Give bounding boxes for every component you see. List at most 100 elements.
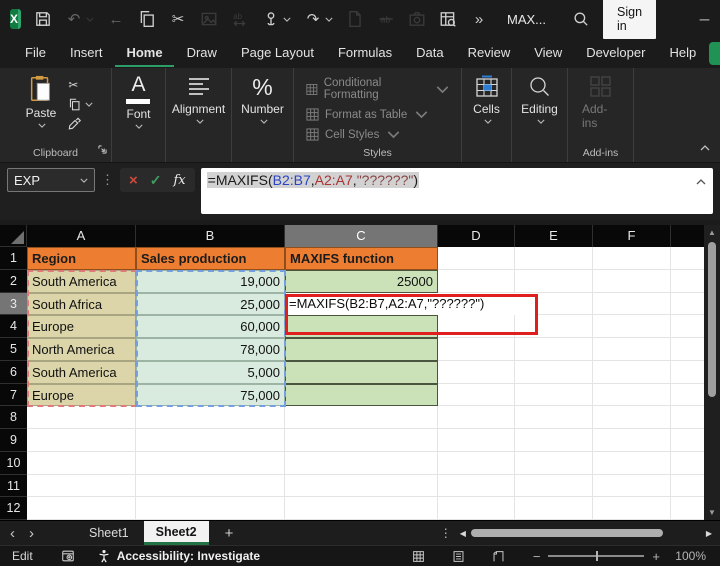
cell-C9[interactable] — [285, 429, 438, 452]
cell-A2[interactable]: South America — [27, 270, 136, 293]
cell-C3-editing[interactable]: =MAXIFS(B2:B7,A2:A7,"??????") — [286, 293, 538, 316]
cell-C11[interactable] — [285, 475, 438, 498]
alignment-button[interactable]: Alignment — [164, 75, 233, 124]
cell-C7[interactable] — [285, 384, 438, 407]
tab-help[interactable]: Help — [658, 40, 707, 67]
paste-button[interactable]: Paste — [18, 75, 65, 131]
column-header-C[interactable]: C — [285, 225, 438, 247]
cell-E7[interactable] — [515, 384, 593, 407]
cell-A1[interactable]: Region — [27, 247, 136, 270]
cell-F8[interactable] — [593, 406, 671, 429]
cut-icon[interactable]: ✂ — [169, 10, 187, 28]
number-button[interactable]: % Number — [233, 75, 292, 124]
insert-function-button[interactable]: fx — [174, 173, 186, 188]
new-sheet-button[interactable]: + — [209, 521, 250, 545]
cut-button[interactable]: ✂ — [68, 78, 78, 92]
zoom-slider[interactable]: − + — [533, 549, 660, 564]
cell-F4[interactable] — [593, 315, 671, 338]
macro-record-icon[interactable] — [61, 549, 75, 563]
cell-F7[interactable] — [593, 384, 671, 407]
cell-A4[interactable]: Europe — [27, 315, 136, 338]
cells-button[interactable]: Cells — [465, 75, 508, 124]
column-header-partial[interactable] — [671, 225, 704, 247]
normal-view-button[interactable] — [399, 550, 439, 563]
cell-B7[interactable]: 75,000 — [136, 384, 285, 407]
more-commands-chevron[interactable]: » — [470, 10, 488, 28]
cell-E10[interactable] — [515, 452, 593, 475]
cell-G8[interactable] — [671, 406, 704, 429]
horizontal-scroll-thumb[interactable] — [471, 529, 663, 537]
cell-G4[interactable] — [671, 315, 704, 338]
sheet-nav-right[interactable]: › — [29, 525, 34, 542]
cell-A8[interactable] — [27, 406, 136, 429]
cell-B8[interactable] — [136, 406, 285, 429]
minimize-button[interactable] — [695, 10, 713, 28]
cell-C12[interactable] — [285, 497, 438, 520]
clipboard-dialog-launcher[interactable] — [98, 141, 107, 159]
tab-draw[interactable]: Draw — [176, 40, 228, 67]
cell-A6[interactable]: South America — [27, 361, 136, 384]
redo-icon[interactable]: ↷ — [304, 10, 333, 28]
row-header-11[interactable]: 11 — [0, 475, 27, 498]
cell-F3[interactable] — [593, 293, 671, 316]
cell-B12[interactable] — [136, 497, 285, 520]
cancel-entry-button[interactable]: × — [129, 173, 138, 188]
cell-E9[interactable] — [515, 429, 593, 452]
cell-G5[interactable] — [671, 338, 704, 361]
select-all-corner[interactable] — [0, 225, 27, 247]
cell-B1[interactable]: Sales production — [136, 247, 285, 270]
format-painter-button[interactable] — [68, 117, 82, 131]
page-break-view-button[interactable] — [479, 550, 519, 563]
vertical-scrollbar[interactable]: ▲ ▼ — [704, 225, 720, 520]
cell-F1[interactable] — [593, 247, 671, 270]
cell-G11[interactable] — [671, 475, 704, 498]
row-header-1[interactable]: 1 — [0, 247, 27, 270]
hscroll-right-arrow[interactable]: ▶ — [706, 529, 712, 538]
cell-G10[interactable] — [671, 452, 704, 475]
accessibility-status[interactable]: Accessibility: Investigate — [97, 549, 260, 563]
column-header-B[interactable]: B — [136, 225, 285, 247]
cell-A5[interactable]: North America — [27, 338, 136, 361]
cell-B2[interactable]: 19,000 — [136, 270, 285, 293]
cell-D1[interactable] — [438, 247, 515, 270]
cell-D8[interactable] — [438, 406, 515, 429]
cell-B10[interactable] — [136, 452, 285, 475]
scroll-up-arrow[interactable]: ▲ — [704, 228, 720, 237]
formula-input[interactable]: =MAXIFS(B2:B7,A2:A7,"??????") — [201, 168, 713, 214]
cell-D7[interactable] — [438, 384, 515, 407]
sheet-tab-sheet1[interactable]: Sheet1 — [74, 521, 144, 545]
zoom-out-button[interactable]: − — [533, 549, 541, 564]
column-header-A[interactable]: A — [27, 225, 136, 247]
cell-B6[interactable]: 5,000 — [136, 361, 285, 384]
cell-E11[interactable] — [515, 475, 593, 498]
sheet-tab-sheet2[interactable]: Sheet2 — [144, 521, 209, 545]
cell-F2[interactable] — [593, 270, 671, 293]
cell-C5[interactable] — [285, 338, 438, 361]
cell-A12[interactable] — [27, 497, 136, 520]
tab-home[interactable]: Home — [115, 40, 173, 67]
cell-B5[interactable]: 78,000 — [136, 338, 285, 361]
row-header-10[interactable]: 10 — [0, 452, 27, 475]
zoom-in-button[interactable]: + — [652, 549, 660, 564]
row-header-8[interactable]: 8 — [0, 406, 27, 429]
horizontal-scrollbar[interactable]: ◀ ▶ — [460, 521, 720, 545]
tab-view[interactable]: View — [523, 40, 573, 67]
cell-F6[interactable] — [593, 361, 671, 384]
cell-D4[interactable] — [438, 315, 515, 338]
save-icon[interactable] — [34, 10, 52, 28]
cell-D10[interactable] — [438, 452, 515, 475]
cell-G3[interactable] — [671, 293, 704, 316]
hscroll-left-arrow[interactable]: ◀ — [460, 529, 466, 538]
column-header-E[interactable]: E — [515, 225, 593, 247]
column-header-F[interactable]: F — [593, 225, 671, 247]
cell-A11[interactable] — [27, 475, 136, 498]
touch-mode-icon[interactable] — [262, 10, 291, 28]
row-header-6[interactable]: 6 — [0, 361, 27, 384]
cell-D11[interactable] — [438, 475, 515, 498]
cell-C1[interactable]: MAXIFS function — [285, 247, 438, 270]
collapse-ribbon-chevron[interactable] — [700, 138, 710, 156]
tab-review[interactable]: Review — [457, 40, 522, 67]
cell-A10[interactable] — [27, 452, 136, 475]
copy-icon[interactable] — [138, 10, 156, 28]
cell-G6[interactable] — [671, 361, 704, 384]
